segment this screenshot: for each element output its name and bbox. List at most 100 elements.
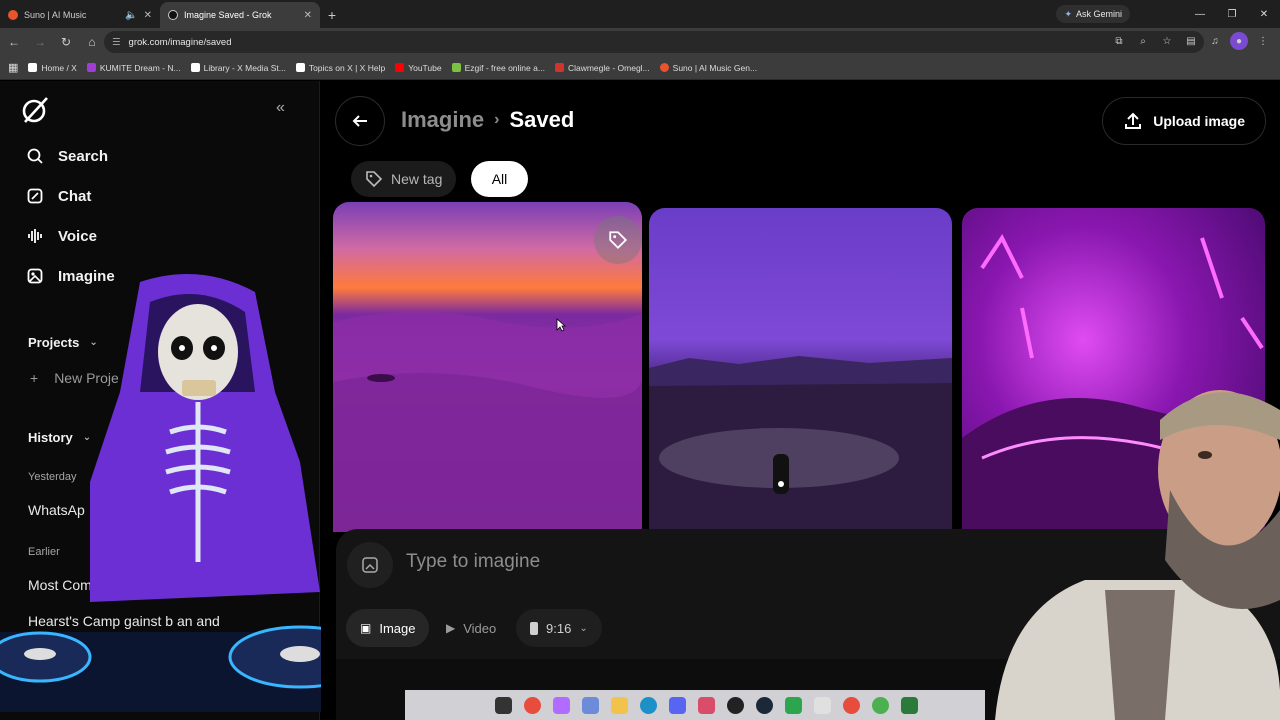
profile-avatar-icon[interactable]: ● bbox=[1230, 32, 1248, 50]
x-logo-icon bbox=[295, 63, 305, 72]
aspect-ratio-value: 9:16 bbox=[546, 620, 572, 636]
paint-icon[interactable] bbox=[814, 696, 831, 714]
upload-icon bbox=[1125, 112, 1142, 129]
chrome-icon[interactable] bbox=[843, 696, 860, 714]
zoom-icon[interactable]: ⌕ bbox=[1134, 32, 1152, 50]
mode-image-button[interactable]: ▣ Image bbox=[346, 609, 430, 647]
os-taskbar bbox=[405, 690, 985, 720]
forward-nav-icon[interactable]: → bbox=[28, 30, 52, 54]
bookmark-label: Suno | AI Music Gen... bbox=[672, 62, 758, 73]
media-icon[interactable]: ♫ bbox=[1206, 32, 1224, 50]
tag-filter-all[interactable]: All bbox=[471, 161, 528, 197]
mode-video-button[interactable]: ▶ Video bbox=[432, 609, 510, 647]
portrait-ratio-icon bbox=[530, 621, 538, 635]
tab-grok[interactable]: Imagine Saved - Grok ✕ bbox=[160, 2, 320, 28]
apps-grid-icon[interactable]: ▦ bbox=[8, 61, 18, 74]
bookmark-item[interactable]: Ezgif - free online a... bbox=[451, 63, 545, 73]
image-add-icon bbox=[362, 557, 378, 573]
url-input[interactable]: ☰ grok.com/imagine/saved bbox=[104, 31, 1204, 53]
upload-image-label: Upload image bbox=[1153, 113, 1245, 129]
reload-icon[interactable]: ↻ bbox=[54, 30, 78, 54]
home-icon[interactable]: ⌂ bbox=[80, 30, 104, 54]
imagine-prompt-input[interactable]: Type to imagine bbox=[406, 551, 540, 573]
obs-icon[interactable] bbox=[727, 696, 744, 714]
suno-icon bbox=[659, 63, 669, 72]
grok-logo-icon[interactable] bbox=[20, 95, 50, 125]
back-button[interactable] bbox=[335, 96, 385, 146]
youtube-icon bbox=[395, 63, 405, 72]
bookmark-item[interactable]: YouTube bbox=[395, 62, 442, 73]
tag-icon bbox=[609, 231, 628, 250]
tab-suno[interactable]: Suno | AI Music 🔈 ✕ bbox=[0, 2, 160, 28]
address-bar-row: ← → ↻ ⌂ ☰ grok.com/imagine/saved ⧉ ⌕ ☆ ▤… bbox=[0, 28, 1280, 56]
bookmark-star-icon[interactable]: ☆ bbox=[1158, 32, 1176, 50]
breadcrumb-imagine-link[interactable]: Imagine bbox=[401, 107, 484, 133]
aspect-ratio-select[interactable]: 9:16 ⌄ bbox=[516, 609, 602, 647]
sidepanel-icon[interactable]: ▤ bbox=[1182, 32, 1200, 50]
edge-icon[interactable] bbox=[640, 696, 657, 714]
tag-image-button[interactable] bbox=[594, 216, 642, 264]
page-title: Saved bbox=[509, 107, 575, 132]
menu-kebab-icon[interactable]: ⋮ bbox=[1254, 32, 1272, 50]
close-tab-icon[interactable]: ✕ bbox=[144, 10, 152, 21]
webcam-overlay bbox=[995, 390, 1280, 720]
tab-title: Suno | AI Music bbox=[24, 10, 87, 20]
bookmarks-bar: ▦ Home / X KUMITE Dream - N... Library -… bbox=[0, 56, 1280, 80]
sidebar-item-chat[interactable]: Chat bbox=[26, 187, 91, 205]
back-nav-icon[interactable]: ← bbox=[2, 30, 26, 54]
close-tab-icon[interactable]: ✕ bbox=[304, 10, 312, 21]
snip-icon[interactable] bbox=[698, 696, 715, 714]
sidebar-item-voice[interactable]: Voice bbox=[26, 227, 97, 245]
bookmark-label: YouTube bbox=[408, 62, 442, 73]
bookmark-item[interactable]: Topics on X | X Help bbox=[295, 62, 386, 73]
kumite-icon bbox=[86, 63, 96, 72]
x-logo-icon bbox=[190, 63, 200, 72]
discord-icon[interactable] bbox=[669, 696, 686, 714]
close-window-icon[interactable]: ✕ bbox=[1248, 0, 1280, 28]
sidebar-item-search[interactable]: Search bbox=[26, 147, 108, 165]
ezgif-icon bbox=[451, 63, 461, 72]
bookmark-item[interactable]: Clawmegle - Omegl... bbox=[554, 62, 650, 73]
bookmark-label: KUMITE Dream - N... bbox=[99, 62, 181, 73]
new-tag-button[interactable]: New tag bbox=[351, 161, 457, 197]
bookmark-item[interactable]: Home / X bbox=[28, 63, 77, 73]
chrome-icon[interactable] bbox=[524, 696, 541, 714]
saved-image-card[interactable] bbox=[649, 208, 952, 538]
taskview-icon[interactable] bbox=[495, 696, 512, 714]
chrome-icon[interactable] bbox=[872, 696, 889, 714]
new-tab-button[interactable]: + bbox=[320, 2, 344, 28]
steam-icon[interactable] bbox=[756, 696, 773, 714]
search-icon bbox=[26, 147, 44, 165]
bookmark-item[interactable]: KUMITE Dream - N... bbox=[86, 62, 181, 73]
bookmark-label: Library - X Media St... bbox=[203, 62, 286, 73]
bookmark-label: Topics on X | X Help bbox=[308, 62, 386, 73]
tab-title: Imagine Saved - Grok bbox=[184, 10, 272, 20]
speaker-icon[interactable]: 🔈 bbox=[125, 10, 137, 21]
folder-icon[interactable] bbox=[611, 696, 628, 714]
sidebar-item-label: Search bbox=[58, 147, 109, 165]
copilot-icon[interactable] bbox=[553, 696, 570, 714]
install-icon[interactable]: ⧉ bbox=[1110, 32, 1128, 50]
new-tag-label: New tag bbox=[391, 171, 443, 187]
upload-image-button[interactable]: Upload image bbox=[1102, 97, 1266, 145]
breadcrumb: Imagine › Saved bbox=[401, 107, 574, 133]
mode-image-label: Image bbox=[379, 620, 416, 636]
bookmark-item[interactable]: Suno | AI Music Gen... bbox=[659, 62, 758, 73]
attach-image-button[interactable] bbox=[347, 542, 393, 588]
motorcycle-desert-image bbox=[649, 356, 952, 532]
calculator-icon[interactable] bbox=[582, 696, 599, 714]
image-icon: ▣ bbox=[360, 621, 372, 635]
terminal-icon[interactable] bbox=[901, 696, 918, 714]
bookmark-item[interactable]: Library - X Media St... bbox=[190, 62, 286, 73]
saved-image-card[interactable] bbox=[333, 202, 642, 532]
xbox-icon[interactable] bbox=[785, 696, 802, 714]
toolbar-icons: ⧉ ⌕ ☆ ▤ ♫ ● ⋮ bbox=[1110, 32, 1272, 50]
x-logo-icon bbox=[28, 63, 38, 72]
clawmegle-icon bbox=[554, 63, 564, 72]
bookmark-label: Clawmegle - Omegl... bbox=[567, 62, 650, 73]
collapse-sidebar-icon[interactable]: « bbox=[276, 99, 285, 117]
restore-icon[interactable]: ❐ bbox=[1216, 0, 1248, 28]
site-info-icon[interactable]: ☰ bbox=[112, 37, 121, 48]
ask-gemini-button[interactable]: ✦ Ask Gemini bbox=[1056, 5, 1130, 23]
minimize-icon[interactable]: — bbox=[1184, 0, 1216, 28]
